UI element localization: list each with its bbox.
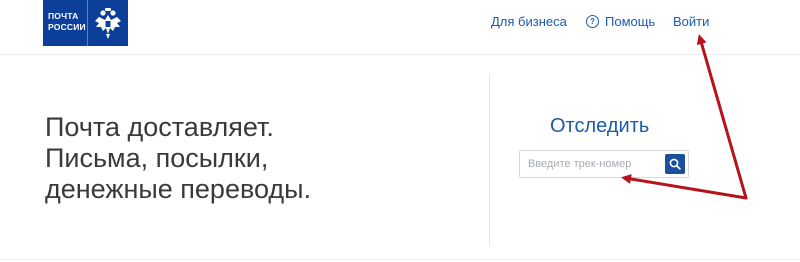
hero-line-1: Почта доставляет. (45, 112, 274, 142)
nav-business-link[interactable]: Для бизнеса (491, 14, 567, 29)
arrow-to-login (696, 34, 748, 200)
nav-login-link[interactable]: Войти (673, 14, 709, 29)
track-title: Отследить (550, 115, 650, 137)
arrow-to-track-input (621, 174, 748, 200)
bottom-separator (0, 259, 800, 260)
search-icon (669, 158, 681, 170)
nav-help-label: Помощь (605, 14, 656, 29)
logo-line-2: РОССИИ (48, 22, 86, 32)
header: ПОЧТА РОССИИ Для бизнеса ? Помощь Войти (0, 0, 800, 55)
hero-text: Почта доставляет. Письма, посылки, денеж… (45, 112, 311, 205)
track-number-input[interactable] (520, 151, 660, 177)
track-search-box (519, 150, 689, 178)
page: ПОЧТА РОССИИ Для бизнеса ? Помощь Войти … (0, 0, 800, 262)
question-circle-icon: ? (586, 15, 599, 28)
eagle-emblem-icon (87, 0, 128, 46)
vertical-divider (489, 74, 490, 246)
russian-post-logo[interactable]: ПОЧТА РОССИИ (43, 0, 128, 46)
logo-text: ПОЧТА РОССИИ (43, 0, 87, 46)
hero-line-2: Письма, посылки, (45, 143, 269, 173)
logo-line-1: ПОЧТА (48, 11, 79, 21)
nav-help-link[interactable]: ? Помощь (586, 14, 655, 29)
hero-line-3: денежные переводы. (45, 174, 312, 204)
track-search-button[interactable] (665, 154, 685, 174)
